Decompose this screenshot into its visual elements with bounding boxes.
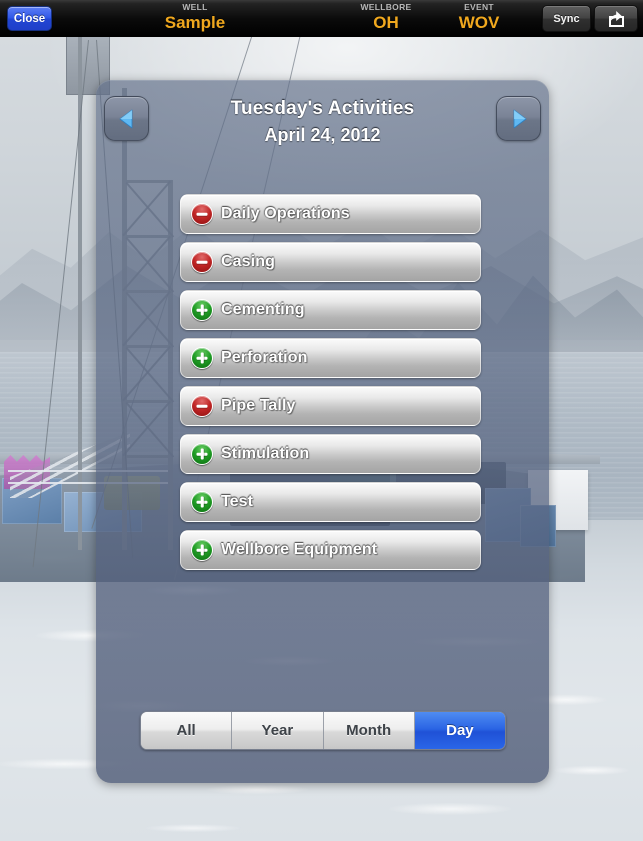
plus-circle-icon[interactable] [191,443,213,465]
list-item-label: Pipe Tally [221,397,296,414]
segment-year[interactable]: Year [232,712,324,749]
close-button-label: Close [13,12,46,25]
list-item[interactable]: Perforation [180,338,481,378]
well-value: Sample [164,13,226,32]
well-field: WELL Sample [140,2,250,33]
list-item-label: Wellbore Equipment [221,541,378,558]
list-item-label: Test [221,493,254,510]
next-day-button[interactable] [496,96,541,141]
plus-circle-icon[interactable] [191,539,213,561]
list-item[interactable]: Stimulation [180,434,481,474]
app-screen: Close WELL Sample WELLBORE OH EVENT WOV … [0,0,643,841]
list-item[interactable]: Test [180,482,481,522]
minus-circle-icon[interactable] [191,251,213,273]
activity-list: Daily Operations Casing Cementing Perfor… [180,194,481,578]
event-field: EVENT WOV [434,2,524,33]
sync-button-label: Sync [553,12,580,25]
sync-button[interactable]: Sync [542,5,591,32]
minus-circle-icon[interactable] [191,395,213,417]
close-button[interactable]: Close [7,6,52,31]
list-item-label: Casing [221,253,275,270]
list-item[interactable]: Cementing [180,290,481,330]
page-subtitle-date: April 24, 2012 [264,125,381,145]
plus-circle-icon[interactable] [191,347,213,369]
minus-circle-icon[interactable] [191,203,213,225]
plus-circle-icon[interactable] [191,299,213,321]
list-item[interactable]: Pipe Tally [180,386,481,426]
top-toolbar: Close WELL Sample WELLBORE OH EVENT WOV … [0,0,643,37]
segment-all[interactable]: All [141,712,233,749]
chevron-left-icon [119,109,132,128]
chevron-right-icon [513,109,526,128]
list-item[interactable]: Casing [180,242,481,282]
page-title: Tuesday's Activities [230,98,415,119]
segment-month[interactable]: Month [323,712,415,749]
range-filter-segmented-control[interactable]: All Year Month Day [140,711,506,750]
share-button[interactable] [594,5,638,32]
wellbore-value: OH [373,13,399,32]
share-export-icon [609,10,624,27]
event-caption: EVENT [464,2,494,12]
list-item[interactable]: Wellbore Equipment [180,530,481,570]
activities-panel: Tuesday's Activities April 24, 2012 Dail… [96,80,549,783]
previous-day-button[interactable] [104,96,149,141]
list-item[interactable]: Daily Operations [180,194,481,234]
event-value: WOV [458,13,500,32]
list-item-label: Stimulation [221,445,310,462]
list-item-label: Daily Operations [221,205,350,222]
well-caption: WELL [182,2,208,12]
wellbore-field: WELLBORE OH [340,2,432,33]
segment-day[interactable]: Day [414,712,505,749]
wellbore-caption: WELLBORE [360,2,412,12]
list-item-label: Cementing [221,301,305,318]
list-item-label: Perforation [221,349,308,366]
plus-circle-icon[interactable] [191,491,213,513]
